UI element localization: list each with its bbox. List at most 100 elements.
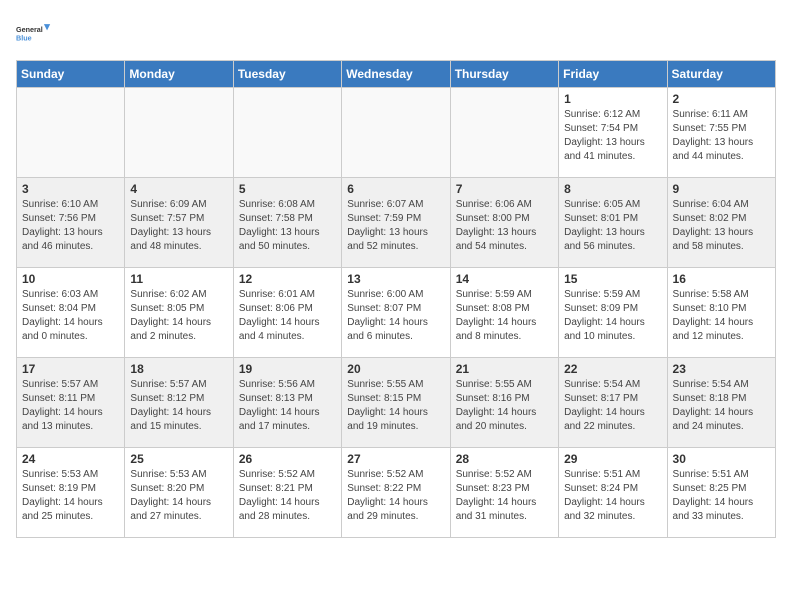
day-number: 18 (130, 362, 227, 376)
day-number: 23 (673, 362, 770, 376)
day-info: Sunrise: 5:52 AMSunset: 8:21 PMDaylight:… (239, 468, 336, 524)
calendar-cell: 12Sunrise: 6:01 AMSunset: 8:06 PMDayligh… (233, 268, 341, 358)
day-info: Sunrise: 6:03 AMSunset: 8:04 PMDaylight:… (22, 288, 119, 344)
day-number: 13 (347, 272, 444, 286)
day-info: Sunrise: 5:53 AMSunset: 8:19 PMDaylight:… (22, 468, 119, 524)
day-number: 5 (239, 182, 336, 196)
logo: GeneralBlue (16, 16, 52, 52)
day-info: Sunrise: 5:57 AMSunset: 8:11 PMDaylight:… (22, 378, 119, 434)
calendar-cell (125, 88, 233, 178)
day-info: Sunrise: 5:55 AMSunset: 8:16 PMDaylight:… (456, 378, 553, 434)
day-info: Sunrise: 5:54 AMSunset: 8:18 PMDaylight:… (673, 378, 770, 434)
day-info: Sunrise: 5:53 AMSunset: 8:20 PMDaylight:… (130, 468, 227, 524)
calendar-week-2: 3 Sunrise: 6:10 AMSunset: 7:56 PMDaylight… (17, 178, 776, 268)
day-number: 20 (347, 362, 444, 376)
day-number: 6 (347, 182, 444, 196)
calendar-cell: 13 Sunrise: 6:00 AMSunset: 8:07 PMDayligh… (342, 268, 450, 358)
day-number: 17 (22, 362, 119, 376)
calendar-cell: 7 Sunrise: 6:06 AMSunset: 8:00 PMDaylight… (450, 178, 558, 268)
day-info: Sunrise: 6:02 AMSunset: 8:05 PMDaylight:… (130, 288, 227, 344)
calendar-cell: 4 Sunrise: 6:09 AMSunset: 7:57 PMDaylight… (125, 178, 233, 268)
calendar-cell: 21Sunrise: 5:55 AMSunset: 8:16 PMDayligh… (450, 358, 558, 448)
day-info: Sunrise: 5:57 AMSunset: 8:12 PMDaylight:… (130, 378, 227, 434)
calendar-cell: 25 Sunrise: 5:53 AMSunset: 8:20 PMDayligh… (125, 448, 233, 538)
calendar-cell: 23 Sunrise: 5:54 AMSunset: 8:18 PMDayligh… (667, 358, 775, 448)
day-info: Sunrise: 6:10 AMSunset: 7:56 PMDaylight:… (22, 198, 119, 254)
calendar-cell: 16 Sunrise: 5:58 AMSunset: 8:10 PMDayligh… (667, 268, 775, 358)
day-info: Sunrise: 6:00 AMSunset: 8:07 PMDaylight:… (347, 288, 444, 344)
day-info: Sunrise: 5:59 AMSunset: 8:08 PMDaylight:… (456, 288, 553, 344)
day-number: 29 (564, 452, 661, 466)
calendar-cell: 22 Sunrise: 5:54 AMSunset: 8:17 PMDayligh… (559, 358, 667, 448)
calendar-cell: 26 Sunrise: 5:52 AMSunset: 8:21 PMDayligh… (233, 448, 341, 538)
day-info: Sunrise: 5:51 AMSunset: 8:24 PMDaylight:… (564, 468, 661, 524)
day-number: 30 (673, 452, 770, 466)
calendar-cell: 17 Sunrise: 5:57 AMSunset: 8:11 PMDayligh… (17, 358, 125, 448)
calendar-cell: 14 Sunrise: 5:59 AMSunset: 8:08 PMDayligh… (450, 268, 558, 358)
calendar-cell: 1 Sunrise: 6:12 AMSunset: 7:54 PMDaylight… (559, 88, 667, 178)
header-row: SundayMondayTuesdayWednesdayThursdayFrid… (17, 61, 776, 88)
day-info: Sunrise: 6:11 AMSunset: 7:55 PMDaylight:… (673, 108, 770, 164)
day-info: Sunrise: 5:56 AMSunset: 8:13 PMDaylight:… (239, 378, 336, 434)
calendar-table: SundayMondayTuesdayWednesdayThursdayFrid… (16, 60, 776, 538)
day-number: 3 (22, 182, 119, 196)
weekday-header-sunday: Sunday (17, 61, 125, 88)
calendar-week-4: 17 Sunrise: 5:57 AMSunset: 8:11 PMDayligh… (17, 358, 776, 448)
calendar-cell (450, 88, 558, 178)
calendar-cell: 3 Sunrise: 6:10 AMSunset: 7:56 PMDaylight… (17, 178, 125, 268)
day-info: Sunrise: 5:55 AMSunset: 8:15 PMDaylight:… (347, 378, 444, 434)
day-info: Sunrise: 6:09 AMSunset: 7:57 PMDaylight:… (130, 198, 227, 254)
day-info: Sunrise: 6:06 AMSunset: 8:00 PMDaylight:… (456, 198, 553, 254)
day-number: 25 (130, 452, 227, 466)
day-info: Sunrise: 6:01 AMSunset: 8:06 PMDaylight:… (239, 288, 336, 344)
weekday-header-thursday: Thursday (450, 61, 558, 88)
day-info: Sunrise: 5:54 AMSunset: 8:17 PMDaylight:… (564, 378, 661, 434)
calendar-cell: 20 Sunrise: 5:55 AMSunset: 8:15 PMDayligh… (342, 358, 450, 448)
day-info: Sunrise: 5:58 AMSunset: 8:10 PMDaylight:… (673, 288, 770, 344)
weekday-header-wednesday: Wednesday (342, 61, 450, 88)
day-number: 11 (130, 272, 227, 286)
calendar-cell: 6 Sunrise: 6:07 AMSunset: 7:59 PMDaylight… (342, 178, 450, 268)
calendar-cell: 11 Sunrise: 6:02 AMSunset: 8:05 PMDayligh… (125, 268, 233, 358)
day-number: 4 (130, 182, 227, 196)
day-number: 24 (22, 452, 119, 466)
day-number: 2 (673, 92, 770, 106)
day-info: Sunrise: 6:05 AMSunset: 8:01 PMDaylight:… (564, 198, 661, 254)
day-number: 9 (673, 182, 770, 196)
day-number: 27 (347, 452, 444, 466)
day-info: Sunrise: 6:08 AMSunset: 7:58 PMDaylight:… (239, 198, 336, 254)
day-info: Sunrise: 5:51 AMSunset: 8:25 PMDaylight:… (673, 468, 770, 524)
calendar-cell: 28Sunrise: 5:52 AMSunset: 8:23 PMDayligh… (450, 448, 558, 538)
calendar-week-3: 10 Sunrise: 6:03 AMSunset: 8:04 PMDayligh… (17, 268, 776, 358)
day-number: 15 (564, 272, 661, 286)
logo-icon: GeneralBlue (16, 16, 52, 52)
calendar-cell: 30 Sunrise: 5:51 AMSunset: 8:25 PMDayligh… (667, 448, 775, 538)
calendar-cell: 29 Sunrise: 5:51 AMSunset: 8:24 PMDayligh… (559, 448, 667, 538)
weekday-header-tuesday: Tuesday (233, 61, 341, 88)
svg-text:Blue: Blue (16, 33, 32, 42)
day-number: 16 (673, 272, 770, 286)
calendar-cell (233, 88, 341, 178)
calendar-cell (342, 88, 450, 178)
calendar-week-1: 1 Sunrise: 6:12 AMSunset: 7:54 PMDaylight… (17, 88, 776, 178)
calendar-cell: 9Sunrise: 6:04 AMSunset: 8:02 PMDaylight… (667, 178, 775, 268)
day-number: 22 (564, 362, 661, 376)
day-info: Sunrise: 6:07 AMSunset: 7:59 PMDaylight:… (347, 198, 444, 254)
calendar-cell: 15Sunrise: 5:59 AMSunset: 8:09 PMDayligh… (559, 268, 667, 358)
calendar-cell: 5 Sunrise: 6:08 AMSunset: 7:58 PMDaylight… (233, 178, 341, 268)
day-number: 1 (564, 92, 661, 106)
day-number: 7 (456, 182, 553, 196)
weekday-header-friday: Friday (559, 61, 667, 88)
day-number: 14 (456, 272, 553, 286)
day-number: 19 (239, 362, 336, 376)
day-number: 26 (239, 452, 336, 466)
calendar-week-5: 24 Sunrise: 5:53 AMSunset: 8:19 PMDayligh… (17, 448, 776, 538)
calendar-cell: 19 Sunrise: 5:56 AMSunset: 8:13 PMDayligh… (233, 358, 341, 448)
day-number: 10 (22, 272, 119, 286)
calendar-cell: 10 Sunrise: 6:03 AMSunset: 8:04 PMDayligh… (17, 268, 125, 358)
calendar-cell: 18 Sunrise: 5:57 AMSunset: 8:12 PMDayligh… (125, 358, 233, 448)
day-info: Sunrise: 6:12 AMSunset: 7:54 PMDaylight:… (564, 108, 661, 164)
calendar-cell: 24 Sunrise: 5:53 AMSunset: 8:19 PMDayligh… (17, 448, 125, 538)
day-number: 28 (456, 452, 553, 466)
weekday-header-saturday: Saturday (667, 61, 775, 88)
